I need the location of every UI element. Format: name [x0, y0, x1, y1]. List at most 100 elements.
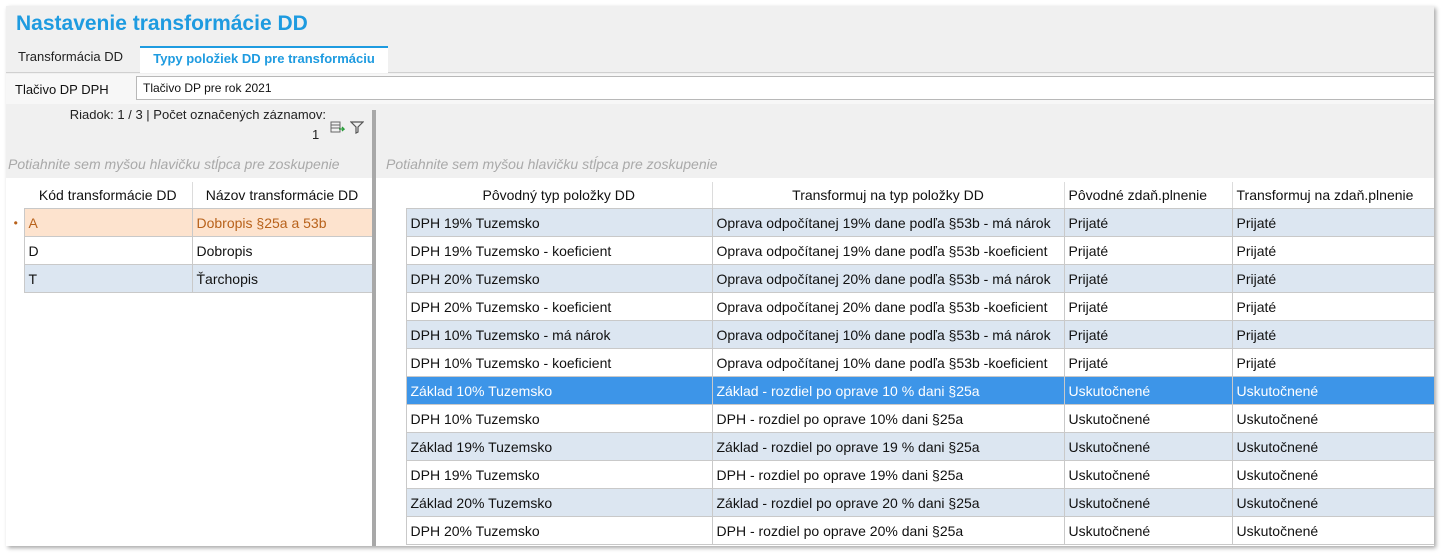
cell-povodne-plnenie[interactable]: Prijaté — [1063, 208, 1233, 237]
table-row[interactable]: T Ťarchopis — [8, 264, 372, 293]
cell-transformuj-typ[interactable]: Oprava odpočítanej 19% dane podľa §53b -… — [711, 236, 1065, 265]
cell-transformuj-typ[interactable]: Oprava odpočítanej 20% dane podľa §53b -… — [711, 264, 1065, 293]
window: Nastavenie transformácie DD Transformáci… — [6, 6, 1434, 546]
cell-povodne-plnenie[interactable]: Uskutočnené — [1063, 488, 1233, 517]
group-by-area[interactable]: Potiahnite sem myšou hlavičku stĺpca pre… — [6, 146, 372, 178]
cell-povodne-plnenie[interactable]: Uskutočnené — [1063, 460, 1233, 489]
cell-povodne-plnenie[interactable]: Uskutočnené — [1063, 376, 1233, 405]
cell-name[interactable]: Dobropis — [191, 236, 372, 265]
row-indicator-empty — [388, 264, 406, 293]
filter-icon[interactable] — [349, 120, 365, 137]
cell-povodne-plnenie[interactable]: Prijaté — [1063, 320, 1233, 349]
cell-povodne-plnenie[interactable]: Prijaté — [1063, 264, 1233, 293]
column-header-nazov[interactable]: Názov transformácie DD — [192, 182, 372, 209]
cell-transformuj-plnenie[interactable]: Prijaté — [1231, 208, 1434, 237]
cell-povodny-typ[interactable]: Základ 20% Tuzemsko — [405, 488, 713, 517]
column-header-transformuj-plnenie[interactable]: Transformuj na zdaň.plnenie — [1232, 182, 1434, 209]
cell-transformuj-plnenie[interactable]: Uskutočnené — [1231, 404, 1434, 433]
table-row[interactable]: • A Dobropis §25a a 53b — [8, 208, 372, 237]
table-row[interactable]: DPH 10% Tuzemsko - koeficient Oprava odpo… — [388, 348, 1434, 377]
row-indicator-empty — [388, 348, 406, 377]
row-indicator-empty — [388, 460, 406, 489]
cell-transformuj-typ[interactable]: DPH - rozdiel po oprave 10% dani §25a — [711, 404, 1065, 433]
column-header-povodny-typ[interactable]: Pôvodný typ položky DD — [406, 182, 713, 209]
cell-name[interactable]: Dobropis §25a a 53b — [191, 208, 372, 237]
cell-transformuj-plnenie[interactable]: Prijaté — [1231, 292, 1434, 321]
row-indicator-empty — [388, 488, 406, 517]
cell-povodne-plnenie[interactable]: Uskutočnené — [1063, 404, 1233, 433]
column-header-povodne-plnenie[interactable]: Pôvodné zdaň.plnenie — [1064, 182, 1233, 209]
cell-povodny-typ[interactable]: DPH 10% Tuzemsko - koeficient — [405, 348, 713, 377]
indicator-header — [388, 182, 406, 209]
cell-transformuj-typ[interactable]: Základ - rozdiel po oprave 20 % dani §25… — [711, 488, 1065, 517]
cell-transformuj-typ[interactable]: DPH - rozdiel po oprave 20% dani §25a — [711, 516, 1065, 545]
tab-transformacia-dd[interactable]: Transformácia DD — [18, 46, 123, 72]
cell-transformuj-plnenie[interactable]: Prijaté — [1231, 348, 1434, 377]
cell-code[interactable]: A — [23, 208, 193, 237]
table-row[interactable]: D Dobropis — [8, 236, 372, 265]
cell-povodne-plnenie[interactable]: Prijaté — [1063, 236, 1233, 265]
cell-transformuj-typ[interactable]: Základ - rozdiel po oprave 10 % dani §25… — [711, 376, 1065, 405]
group-hint: Potiahnite sem myšou hlavičku stĺpca pre… — [8, 156, 340, 172]
cell-povodny-typ[interactable]: DPH 10% Tuzemsko — [405, 404, 713, 433]
cell-povodny-typ[interactable]: DPH 20% Tuzemsko — [405, 516, 713, 545]
cell-povodny-typ[interactable]: DPH 19% Tuzemsko — [405, 208, 713, 237]
cell-povodny-typ[interactable]: DPH 10% Tuzemsko - má nárok — [405, 320, 713, 349]
cell-transformuj-plnenie[interactable]: Prijaté — [1231, 320, 1434, 349]
table-row[interactable]: • Základ 10% Tuzemsko Základ - rozdiel po … — [388, 376, 1434, 405]
export-grid-icon[interactable] — [330, 120, 346, 137]
table-row[interactable]: DPH 19% Tuzemsko Oprava odpočítanej 19% d… — [388, 208, 1434, 237]
cell-transformuj-typ[interactable]: Oprava odpočítanej 10% dane podľa §53b -… — [711, 320, 1065, 349]
cell-transformuj-typ[interactable]: Oprava odpočítanej 19% dane podľa §53b -… — [711, 208, 1065, 237]
table-row[interactable]: Základ 20% Tuzemsko Základ - rozdiel po o… — [388, 488, 1434, 517]
cell-povodny-typ[interactable]: Základ 19% Tuzemsko — [405, 432, 713, 461]
cell-povodny-typ[interactable]: DPH 19% Tuzemsko - koeficient — [405, 236, 713, 265]
cell-transformuj-typ[interactable]: Oprava odpočítanej 10% dane podľa §53b -… — [711, 348, 1065, 377]
cell-transformuj-plnenie[interactable]: Uskutočnené — [1231, 516, 1434, 545]
cell-povodne-plnenie[interactable]: Prijaté — [1063, 348, 1233, 377]
left-grid-pane: Riadok: 1 / 3 | Počet označených záznamo… — [6, 110, 372, 546]
cell-transformuj-plnenie[interactable]: Prijaté — [1231, 236, 1434, 265]
row-indicator: • — [388, 376, 406, 405]
table-row[interactable]: DPH 10% Tuzemsko - má nárok Oprava odpočí… — [388, 320, 1434, 349]
indicator-header — [8, 182, 24, 209]
cell-transformuj-typ[interactable]: DPH - rozdiel po oprave 19% dani §25a — [711, 460, 1065, 489]
cell-povodne-plnenie[interactable]: Uskutočnené — [1063, 432, 1233, 461]
table-row[interactable]: DPH 19% Tuzemsko DPH - rozdiel po oprave … — [388, 460, 1434, 489]
cell-transformuj-plnenie[interactable]: Uskutočnené — [1231, 488, 1434, 517]
table-row[interactable]: DPH 10% Tuzemsko DPH - rozdiel po oprave … — [388, 404, 1434, 433]
cell-code[interactable]: D — [23, 236, 193, 265]
group-by-area[interactable]: Potiahnite sem myšou hlavičku stĺpca pre… — [376, 146, 1434, 178]
cell-name[interactable]: Ťarchopis — [191, 264, 372, 293]
cell-povodny-typ[interactable]: Základ 10% Tuzemsko — [405, 376, 713, 405]
cell-povodny-typ[interactable]: DPH 20% Tuzemsko - koeficient — [405, 292, 713, 321]
row-indicator-empty — [388, 516, 406, 545]
table-row[interactable]: DPH 20% Tuzemsko - koeficient Oprava odpo… — [388, 292, 1434, 321]
table-row[interactable]: DPH 19% Tuzemsko - koeficient Oprava odpo… — [388, 236, 1434, 265]
table-row[interactable]: Základ 19% Tuzemsko Základ - rozdiel po o… — [388, 432, 1434, 461]
cell-transformuj-typ[interactable]: Základ - rozdiel po oprave 19 % dani §25… — [711, 432, 1065, 461]
row-indicator-empty — [8, 264, 24, 293]
item-types-grid: Pôvodný typ položky DD Transformuj na ty… — [388, 182, 1434, 545]
column-header-transformuj-typ[interactable]: Transformuj na typ položky DD — [712, 182, 1065, 209]
row-indicator-empty — [388, 208, 406, 237]
table-row[interactable]: DPH 20% Tuzemsko DPH - rozdiel po oprave … — [388, 516, 1434, 545]
column-header-kod[interactable]: Kód transformácie DD — [24, 182, 193, 209]
tab-bar: Transformácia DD Typy položiek DD pre tr… — [6, 46, 1434, 73]
tab-typy-poloziek[interactable]: Typy položiek DD pre transformáciu — [140, 46, 388, 73]
transformation-grid: Kód transformácie DD Názov transformácie… — [8, 182, 372, 293]
form-field-row: Tlačivo DP DPH — [6, 74, 1434, 104]
cell-transformuj-typ[interactable]: Oprava odpočítanej 20% dane podľa §53b -… — [711, 292, 1065, 321]
right-status-bar — [376, 110, 1434, 146]
cell-povodny-typ[interactable]: DPH 20% Tuzemsko — [405, 264, 713, 293]
cell-povodne-plnenie[interactable]: Prijaté — [1063, 292, 1233, 321]
cell-code[interactable]: T — [23, 264, 193, 293]
cell-transformuj-plnenie[interactable]: Uskutočnené — [1231, 376, 1434, 405]
cell-povodne-plnenie[interactable]: Uskutočnené — [1063, 516, 1233, 545]
cell-povodny-typ[interactable]: DPH 19% Tuzemsko — [405, 460, 713, 489]
cell-transformuj-plnenie[interactable]: Uskutočnené — [1231, 432, 1434, 461]
cell-transformuj-plnenie[interactable]: Prijaté — [1231, 264, 1434, 293]
tlacivo-input[interactable] — [136, 76, 1434, 100]
table-row[interactable]: DPH 20% Tuzemsko Oprava odpočítanej 20% d… — [388, 264, 1434, 293]
cell-transformuj-plnenie[interactable]: Uskutočnené — [1231, 460, 1434, 489]
